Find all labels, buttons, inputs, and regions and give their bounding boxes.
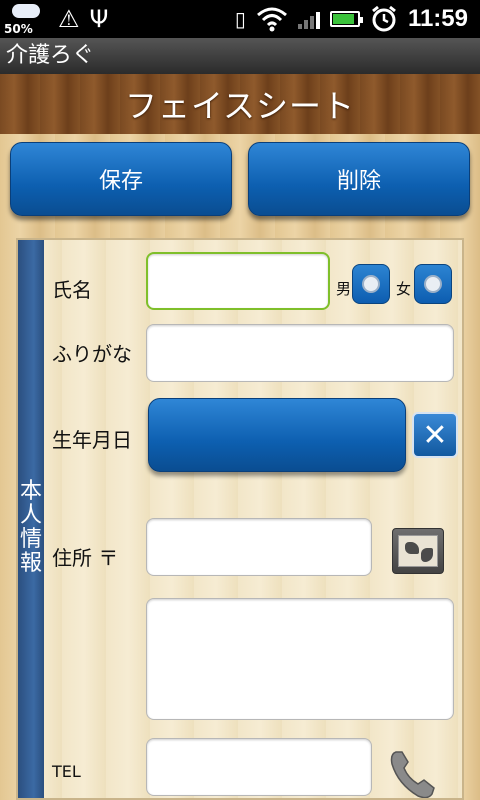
alarm-clock-icon — [372, 5, 396, 32]
battery-percent-text: 50% — [4, 22, 33, 36]
section-sidebar: 本 人 情 報 — [18, 240, 44, 798]
clock-time: 11:59 — [407, 5, 468, 32]
status-left: 50% ⚠ Ψ — [4, 2, 108, 36]
birthdate-picker-button[interactable] — [148, 398, 406, 472]
signal-icon — [297, 9, 320, 29]
name-input[interactable] — [146, 252, 330, 310]
birthdate-label: 生年月日 — [52, 428, 132, 452]
furigana-input[interactable] — [146, 324, 454, 382]
battery-icon — [329, 11, 363, 27]
usb-icon: Ψ — [89, 5, 109, 33]
female-radio[interactable] — [414, 264, 452, 304]
address-label: 住所 〒 — [52, 546, 119, 570]
radio-dot-icon — [362, 275, 380, 293]
save-button[interactable]: 保存 — [10, 142, 232, 216]
weather-cloud-icon: 50% — [4, 2, 48, 36]
tel-input[interactable] — [146, 738, 372, 796]
app-title: 介護ろぐ — [6, 43, 95, 68]
postal-code-input[interactable] — [146, 518, 372, 576]
address-input[interactable] — [146, 598, 454, 720]
map-icon — [398, 535, 438, 567]
page-header: フェイスシート — [0, 74, 480, 134]
status-right: ▯ 11:59 — [235, 0, 468, 38]
tel-label: TEL — [52, 762, 81, 781]
male-radio[interactable] — [352, 264, 390, 304]
section-label: 本 人 情 報 — [19, 479, 42, 576]
vibrate-icon: ▯ — [234, 7, 246, 31]
radio-dot-icon — [424, 275, 442, 293]
app-title-bar: 介護ろぐ — [0, 38, 480, 74]
name-label: 氏名 — [52, 278, 92, 302]
page-title: フェイスシート — [124, 87, 356, 125]
status-bar: 50% ⚠ Ψ ▯ 11:59 — [0, 0, 480, 38]
alert-triangle-icon: ⚠ — [58, 5, 80, 33]
clear-birthdate-button[interactable]: ✕ — [412, 412, 458, 458]
phone-icon[interactable] — [386, 746, 442, 800]
personal-info-panel: 本 人 情 報 氏名 男 女 ふりがな 生年月日 ✕ 住所 〒 TEL — [16, 238, 464, 800]
main-content: 保存 削除 本 人 情 報 氏名 男 女 ふりがな 生年月日 ✕ 住所 〒 TE… — [0, 134, 480, 800]
map-button[interactable] — [392, 528, 444, 574]
male-label: 男 — [336, 280, 352, 298]
female-label: 女 — [396, 280, 412, 298]
wifi-icon — [256, 7, 287, 32]
delete-button[interactable]: 削除 — [248, 142, 470, 216]
furigana-label: ふりがな — [52, 342, 132, 366]
